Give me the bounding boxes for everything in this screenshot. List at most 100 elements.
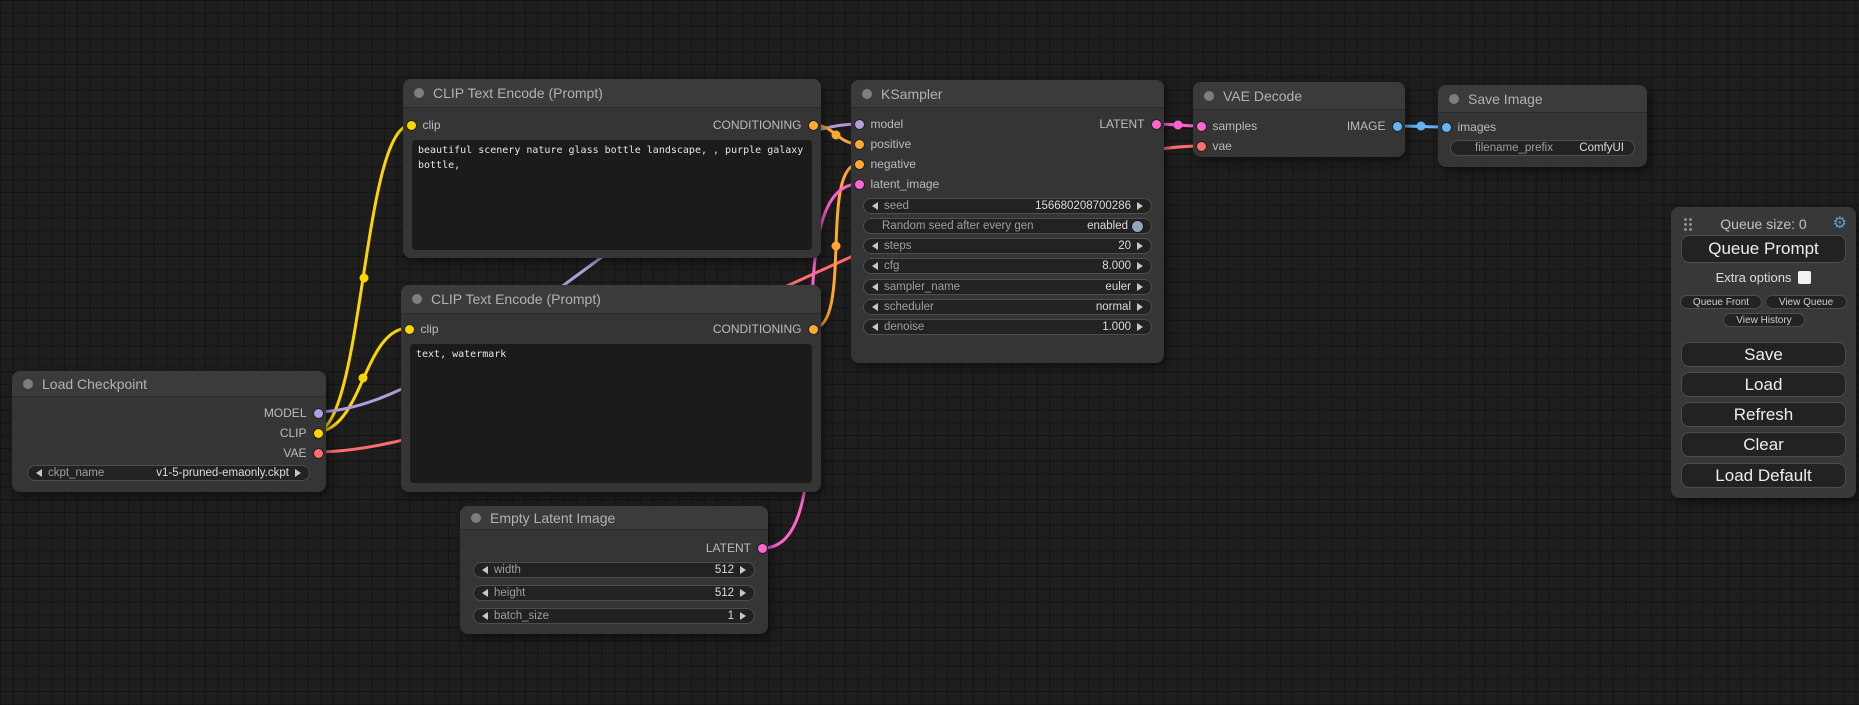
clip-port-icon[interactable] xyxy=(314,429,323,438)
link-dot[interactable] xyxy=(359,374,368,383)
load-button[interactable]: Load xyxy=(1681,372,1846,397)
toggle-dot-icon[interactable] xyxy=(1132,221,1143,232)
decrement-arrow-icon[interactable] xyxy=(872,303,878,311)
output-clip[interactable]: CLIP xyxy=(280,426,323,440)
latent-port-icon[interactable] xyxy=(758,544,767,553)
model-port-icon[interactable] xyxy=(855,120,864,129)
clip-port-icon[interactable] xyxy=(407,121,416,130)
conditioning-port-icon[interactable] xyxy=(809,121,818,130)
output-image[interactable]: IMAGE xyxy=(1347,119,1402,133)
increment-arrow-icon[interactable] xyxy=(1137,242,1143,250)
vae-port-icon[interactable] xyxy=(1197,142,1206,151)
widget-filename-prefix[interactable]: filename_prefix ComfyUI xyxy=(1450,140,1635,156)
latent-port-icon[interactable] xyxy=(1152,120,1161,129)
conditioning-port-icon[interactable] xyxy=(855,140,864,149)
load-default-button[interactable]: Load Default xyxy=(1681,463,1846,488)
link-dot[interactable] xyxy=(832,131,841,140)
node-title-bar[interactable]: KSampler xyxy=(851,80,1164,108)
widget-width[interactable]: width 512 xyxy=(473,562,755,578)
increment-arrow-icon[interactable] xyxy=(295,469,301,477)
node-ksampler[interactable]: KSampler model LATENT positive negative xyxy=(851,80,1164,363)
link-dot[interactable] xyxy=(360,274,369,283)
input-latent-image[interactable]: latent_image xyxy=(855,177,940,191)
widget-seed[interactable]: seed 156680208700286 xyxy=(863,198,1152,214)
output-conditioning[interactable]: CONDITIONING xyxy=(713,118,818,132)
link-dot[interactable] xyxy=(832,242,841,251)
input-clip[interactable]: clip xyxy=(405,322,439,336)
decrement-arrow-icon[interactable] xyxy=(872,242,878,250)
widget-steps[interactable]: steps 20 xyxy=(863,238,1152,254)
queue-prompt-button[interactable]: Queue Prompt xyxy=(1681,235,1846,263)
positive-prompt-textarea[interactable]: beautiful scenery nature glass bottle la… xyxy=(412,140,812,250)
output-latent[interactable]: LATENT xyxy=(706,541,767,555)
view-history-button[interactable]: View History xyxy=(1723,313,1805,327)
widget-sampler-name[interactable]: sampler_name euler xyxy=(863,279,1152,295)
clip-port-icon[interactable] xyxy=(405,325,414,334)
widget-height[interactable]: height 512 xyxy=(473,585,755,601)
latent-port-icon[interactable] xyxy=(1197,122,1206,131)
input-positive[interactable]: positive xyxy=(855,137,912,151)
negative-prompt-textarea[interactable]: text, watermark xyxy=(410,344,812,483)
decrement-arrow-icon[interactable] xyxy=(482,589,488,597)
node-title-bar[interactable]: CLIP Text Encode (Prompt) xyxy=(403,79,821,108)
input-negative[interactable]: negative xyxy=(855,157,916,171)
node-clip-text-encode-positive[interactable]: CLIP Text Encode (Prompt) clip CONDITION… xyxy=(403,79,821,258)
increment-arrow-icon[interactable] xyxy=(1137,262,1143,270)
increment-arrow-icon[interactable] xyxy=(740,589,746,597)
widget-ckpt-name[interactable]: ckpt_name v1-5-pruned-emaonly.ckpt xyxy=(27,465,310,481)
clear-button[interactable]: Clear xyxy=(1681,432,1846,457)
conditioning-port-icon[interactable] xyxy=(809,325,818,334)
node-empty-latent-image[interactable]: Empty Latent Image LATENT width 512 heig… xyxy=(460,506,768,634)
widget-denoise[interactable]: denoise 1.000 xyxy=(863,319,1152,335)
decrement-arrow-icon[interactable] xyxy=(36,469,42,477)
queue-front-button[interactable]: Queue Front xyxy=(1680,295,1762,309)
decrement-arrow-icon[interactable] xyxy=(872,262,878,270)
input-clip[interactable]: clip xyxy=(407,118,441,132)
increment-arrow-icon[interactable] xyxy=(740,566,746,574)
decrement-arrow-icon[interactable] xyxy=(872,283,878,291)
link-dot[interactable] xyxy=(1417,122,1426,131)
decrement-arrow-icon[interactable] xyxy=(872,323,878,331)
extra-options-checkbox[interactable] xyxy=(1798,271,1811,284)
increment-arrow-icon[interactable] xyxy=(1137,202,1143,210)
input-images[interactable]: images xyxy=(1442,120,1497,134)
output-latent[interactable]: LATENT xyxy=(1099,117,1160,131)
comfyui-canvas[interactable]: { "colors": { "model": "#B39DDB", "clip"… xyxy=(0,0,1859,705)
widget-random-seed-toggle[interactable]: Random seed after every gen enabled xyxy=(863,218,1152,234)
save-button[interactable]: Save xyxy=(1681,342,1846,367)
increment-arrow-icon[interactable] xyxy=(1137,283,1143,291)
decrement-arrow-icon[interactable] xyxy=(482,566,488,574)
widget-cfg[interactable]: cfg 8.000 xyxy=(863,258,1152,274)
input-samples[interactable]: samples xyxy=(1197,119,1258,133)
model-port-icon[interactable] xyxy=(314,409,323,418)
node-title-bar[interactable]: Save Image xyxy=(1438,85,1647,113)
image-port-icon[interactable] xyxy=(1393,122,1402,131)
output-vae[interactable]: VAE xyxy=(283,446,322,460)
decrement-arrow-icon[interactable] xyxy=(482,612,488,620)
gear-icon[interactable]: ⚙ xyxy=(1833,214,1847,234)
vae-port-icon[interactable] xyxy=(314,449,323,458)
output-conditioning[interactable]: CONDITIONING xyxy=(713,322,818,336)
link-dot[interactable] xyxy=(1174,121,1183,130)
output-model[interactable]: MODEL xyxy=(264,406,323,420)
node-title-bar[interactable]: CLIP Text Encode (Prompt) xyxy=(401,285,821,314)
node-load-checkpoint[interactable]: Load Checkpoint MODEL CLIP VAE ckpt_name… xyxy=(12,371,326,492)
node-save-image[interactable]: Save Image images filename_prefix ComfyU… xyxy=(1438,85,1647,167)
widget-scheduler[interactable]: scheduler normal xyxy=(863,299,1152,315)
image-port-icon[interactable] xyxy=(1442,123,1451,132)
refresh-button[interactable]: Refresh xyxy=(1681,402,1846,427)
increment-arrow-icon[interactable] xyxy=(1137,303,1143,311)
decrement-arrow-icon[interactable] xyxy=(872,202,878,210)
view-queue-button[interactable]: View Queue xyxy=(1765,295,1847,309)
node-title-bar[interactable]: Empty Latent Image xyxy=(460,506,768,530)
node-title-bar[interactable]: VAE Decode xyxy=(1193,82,1405,110)
input-vae[interactable]: vae xyxy=(1197,139,1232,153)
input-model[interactable]: model xyxy=(855,117,904,131)
increment-arrow-icon[interactable] xyxy=(1137,323,1143,331)
widget-batch-size[interactable]: batch_size 1 xyxy=(473,608,755,624)
conditioning-port-icon[interactable] xyxy=(855,160,864,169)
node-title-bar[interactable]: Load Checkpoint xyxy=(12,371,326,397)
node-vae-decode[interactable]: VAE Decode samples IMAGE vae xyxy=(1193,82,1405,157)
increment-arrow-icon[interactable] xyxy=(740,612,746,620)
node-clip-text-encode-negative[interactable]: CLIP Text Encode (Prompt) clip CONDITION… xyxy=(401,285,821,492)
